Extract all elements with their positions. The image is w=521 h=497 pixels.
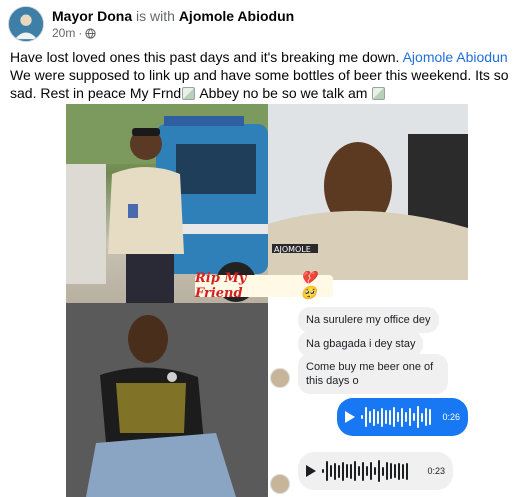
waveform-bar	[366, 466, 368, 476]
waveform-bar	[421, 412, 423, 422]
rip-caption-emoji: 💔🥺	[300, 271, 317, 301]
author-name[interactable]: Mayor Dona	[52, 8, 132, 24]
chat-avatar	[270, 368, 290, 388]
rip-caption: Rip My Friend 💔🥺	[195, 271, 333, 301]
avatar-image	[9, 7, 43, 41]
waveform-bar	[405, 412, 407, 422]
waveform-bar	[365, 407, 367, 427]
broken-emoji-image	[372, 87, 386, 100]
waveform-bar	[362, 461, 364, 481]
chat-message-3: Come buy me beer one of this days o	[298, 354, 448, 394]
waveform-bar	[346, 464, 348, 478]
broken-emoji-image	[182, 87, 196, 100]
waveform-bar	[394, 464, 396, 478]
voice-message-sent[interactable]: 0:26	[337, 398, 468, 436]
waveform-bar	[374, 467, 376, 475]
chat-avatar	[270, 474, 290, 494]
waveform-bar	[397, 412, 399, 422]
waveform-bar	[358, 466, 360, 476]
waveform-bar	[377, 410, 379, 424]
voice-duration-sent: 0:26	[442, 412, 460, 422]
waveform-bar	[334, 462, 336, 480]
post-text-part3: Abbey no be so we talk am	[199, 85, 368, 101]
waveform-bar	[425, 408, 427, 426]
post-text-part1: Have lost loved ones this past days and …	[10, 49, 400, 65]
waveform-bar	[369, 411, 371, 423]
globe-icon	[85, 27, 96, 39]
waveform-bar	[370, 462, 372, 480]
voice-message-received[interactable]: 0:23	[298, 452, 453, 490]
waveform-bar	[350, 463, 352, 479]
rip-caption-text: Rip My Friend	[195, 271, 247, 301]
chat-message-1: Na surulere my office dey	[298, 307, 439, 333]
uniform-name-tag: AJOMOLE	[274, 245, 311, 254]
waveform-bar	[381, 407, 383, 427]
waveform-bar	[382, 466, 384, 476]
waveform-bar	[373, 408, 375, 426]
waveform-bar	[326, 461, 328, 481]
with-text: is with	[136, 8, 175, 24]
waveform-bar	[354, 461, 356, 481]
waveform-bar	[386, 462, 388, 480]
waveform-bar	[361, 415, 363, 419]
photo-young-man-image	[66, 303, 268, 497]
waveform-bar	[330, 465, 332, 477]
waveform-bar	[417, 406, 419, 428]
waveform-bar	[389, 409, 391, 425]
post-header: Mayor Dona is with Ajomole Abiodun 20m ·	[8, 6, 294, 42]
waveform-bar	[322, 469, 324, 473]
waveform-bar	[401, 407, 403, 427]
photo-selfie-image: AJOMOLE	[268, 104, 468, 280]
waveform-bar	[409, 408, 411, 426]
audio-waveform	[361, 405, 436, 429]
post-text: Have lost loved ones this past days and …	[10, 48, 515, 102]
author-avatar[interactable]	[8, 6, 44, 42]
audio-waveform	[322, 459, 421, 483]
waveform-bar	[390, 463, 392, 479]
photo-young-man[interactable]	[66, 303, 268, 497]
photo-selfie[interactable]: AJOMOLE	[268, 104, 468, 280]
post-time[interactable]: 20m	[52, 25, 75, 41]
waveform-bar	[338, 464, 340, 478]
waveform-bar	[378, 460, 380, 482]
waveform-bar	[402, 463, 404, 479]
play-icon[interactable]	[345, 411, 355, 423]
tagged-person[interactable]: Ajomole Abiodun	[179, 8, 294, 24]
waveform-bar	[385, 410, 387, 424]
waveform-bar	[398, 462, 400, 480]
play-icon[interactable]	[306, 465, 316, 477]
mention-link[interactable]: Ajomole Abiodun	[403, 49, 508, 65]
waveform-bar	[393, 407, 395, 427]
waveform-bar	[429, 409, 431, 425]
waveform-bar	[406, 462, 408, 480]
waveform-bar	[342, 461, 344, 481]
voice-duration-received: 0:23	[427, 466, 445, 476]
waveform-bar	[413, 413, 415, 421]
